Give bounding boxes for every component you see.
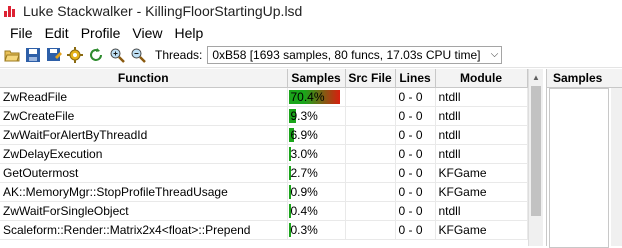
samples-cell: 3.0% bbox=[287, 144, 346, 164]
samples-value: 0.3% bbox=[290, 223, 318, 237]
lines-cell: 0 - 0 bbox=[395, 163, 436, 183]
table-row[interactable]: Scaleform::Render::Matrix2x4<float>::Pre… bbox=[0, 220, 528, 240]
samples-cell: 6.9% bbox=[287, 125, 346, 145]
module-cell: ntdll bbox=[435, 125, 528, 145]
src-file-cell bbox=[345, 125, 396, 145]
lines-cell: 0 - 0 bbox=[395, 220, 436, 240]
function-cell: ZwDelayExecution bbox=[0, 144, 288, 164]
lines-cell: 0 - 0 bbox=[395, 182, 436, 202]
module-cell: ntdll bbox=[435, 201, 528, 221]
function-table: Function Samples Src File Lines Module Z… bbox=[0, 69, 528, 240]
function-cell: ZwCreateFile bbox=[0, 106, 288, 126]
src-file-cell bbox=[345, 87, 396, 107]
threads-dropdown[interactable]: 0xB58 [1693 samples, 80 funcs, 17.03s CP… bbox=[207, 46, 503, 64]
menu-file[interactable]: File bbox=[4, 25, 39, 41]
samples-value: 70.4% bbox=[290, 90, 325, 104]
samples-value: 3.0% bbox=[290, 147, 318, 161]
table-row[interactable]: GetOutermost 2.7% 0 - 0 KFGame bbox=[0, 163, 528, 183]
samples-value: 0.4% bbox=[290, 204, 318, 218]
table-row[interactable]: ZwWaitForSingleObject 0.4% 0 - 0 ntdll bbox=[0, 201, 528, 221]
samples-value: 6.9% bbox=[290, 128, 318, 142]
menu-profile[interactable]: Profile bbox=[75, 25, 127, 41]
scroll-thumb[interactable] bbox=[531, 86, 541, 216]
src-file-cell bbox=[345, 182, 396, 202]
samples-value: 2.7% bbox=[290, 166, 318, 180]
function-cell: AK::MemoryMgr::StopProfileThreadUsage bbox=[0, 182, 288, 202]
main-area: Function Samples Src File Lines Module Z… bbox=[0, 69, 622, 248]
samples-panel-scrollbar[interactable] bbox=[611, 88, 622, 246]
samples-panel-list[interactable] bbox=[549, 88, 609, 248]
col-module[interactable]: Module bbox=[435, 69, 528, 88]
menu-bar: File Edit Profile View Help bbox=[0, 22, 622, 43]
table-row[interactable]: ZwDelayExecution 3.0% 0 - 0 ntdll bbox=[0, 144, 528, 164]
table-header: Function Samples Src File Lines Module bbox=[0, 69, 528, 88]
function-cell: Scaleform::Render::Matrix2x4<float>::Pre… bbox=[0, 220, 288, 240]
module-cell: ntdll bbox=[435, 144, 528, 164]
src-file-cell bbox=[345, 201, 396, 221]
menu-edit[interactable]: Edit bbox=[39, 25, 75, 41]
zoom-out-icon[interactable] bbox=[128, 45, 148, 65]
save-as-icon[interactable] bbox=[44, 45, 64, 65]
function-cell: GetOutermost bbox=[0, 163, 288, 183]
save-icon[interactable] bbox=[23, 45, 43, 65]
window-title: Luke Stackwalker - KillingFloorStartingU… bbox=[23, 3, 303, 19]
samples-cell: 9.3% bbox=[287, 106, 346, 126]
lines-cell: 0 - 0 bbox=[395, 106, 436, 126]
table-row[interactable]: AK::MemoryMgr::StopProfileThreadUsage 0.9… bbox=[0, 182, 528, 202]
module-cell: ntdll bbox=[435, 87, 528, 107]
open-file-icon[interactable] bbox=[2, 45, 22, 65]
table-row[interactable]: ZwReadFile 70.4% 0 - 0 ntdll bbox=[0, 87, 528, 107]
vertical-scrollbar[interactable]: ▲ bbox=[528, 69, 543, 246]
module-cell: KFGame bbox=[435, 182, 528, 202]
samples-cell: 0.9% bbox=[287, 182, 346, 202]
col-function[interactable]: Function bbox=[0, 69, 288, 88]
settings-icon[interactable] bbox=[65, 45, 85, 65]
threads-label: Threads: bbox=[155, 48, 203, 62]
chevron-down-icon: ⌵ bbox=[490, 49, 499, 60]
zoom-in-icon[interactable] bbox=[107, 45, 127, 65]
samples-cell: 0.3% bbox=[287, 220, 346, 240]
function-cell: ZwWaitForAlertByThreadId bbox=[0, 125, 288, 145]
lines-cell: 0 - 0 bbox=[395, 125, 436, 145]
col-lines[interactable]: Lines bbox=[395, 69, 436, 88]
samples-value: 9.3% bbox=[290, 109, 318, 123]
src-file-cell bbox=[345, 144, 396, 164]
function-cell: ZwWaitForSingleObject bbox=[0, 201, 288, 221]
samples-cell: 0.4% bbox=[287, 201, 346, 221]
samples-panel: Samples bbox=[546, 69, 622, 248]
table-row[interactable]: ZwCreateFile 9.3% 0 - 0 ntdll bbox=[0, 106, 528, 126]
samples-panel-header[interactable]: Samples bbox=[547, 69, 622, 88]
threads-value: 0xB58 [1693 samples, 80 funcs, 17.03s CP… bbox=[212, 48, 481, 62]
app-icon bbox=[4, 5, 17, 18]
lines-cell: 0 - 0 bbox=[395, 144, 436, 164]
scroll-up-icon[interactable]: ▲ bbox=[529, 69, 543, 85]
src-file-cell bbox=[345, 163, 396, 183]
title-bar: Luke Stackwalker - KillingFloorStartingU… bbox=[0, 0, 622, 22]
lines-cell: 0 - 0 bbox=[395, 201, 436, 221]
lines-cell: 0 - 0 bbox=[395, 87, 436, 107]
toolbar: Threads: 0xB58 [1693 samples, 80 funcs, … bbox=[0, 43, 622, 68]
src-file-cell bbox=[345, 220, 396, 240]
refresh-icon[interactable] bbox=[86, 45, 106, 65]
menu-view[interactable]: View bbox=[126, 25, 168, 41]
module-cell: ntdll bbox=[435, 106, 528, 126]
module-cell: KFGame bbox=[435, 163, 528, 183]
samples-value: 0.9% bbox=[290, 185, 318, 199]
samples-cell: 70.4% bbox=[287, 87, 346, 107]
col-src-file[interactable]: Src File bbox=[345, 69, 396, 88]
module-cell: KFGame bbox=[435, 220, 528, 240]
src-file-cell bbox=[345, 106, 396, 126]
menu-help[interactable]: Help bbox=[168, 25, 209, 41]
samples-cell: 2.7% bbox=[287, 163, 346, 183]
function-cell: ZwReadFile bbox=[0, 87, 288, 107]
table-row[interactable]: ZwWaitForAlertByThreadId 6.9% 0 - 0 ntdll bbox=[0, 125, 528, 145]
col-samples[interactable]: Samples bbox=[287, 69, 346, 88]
